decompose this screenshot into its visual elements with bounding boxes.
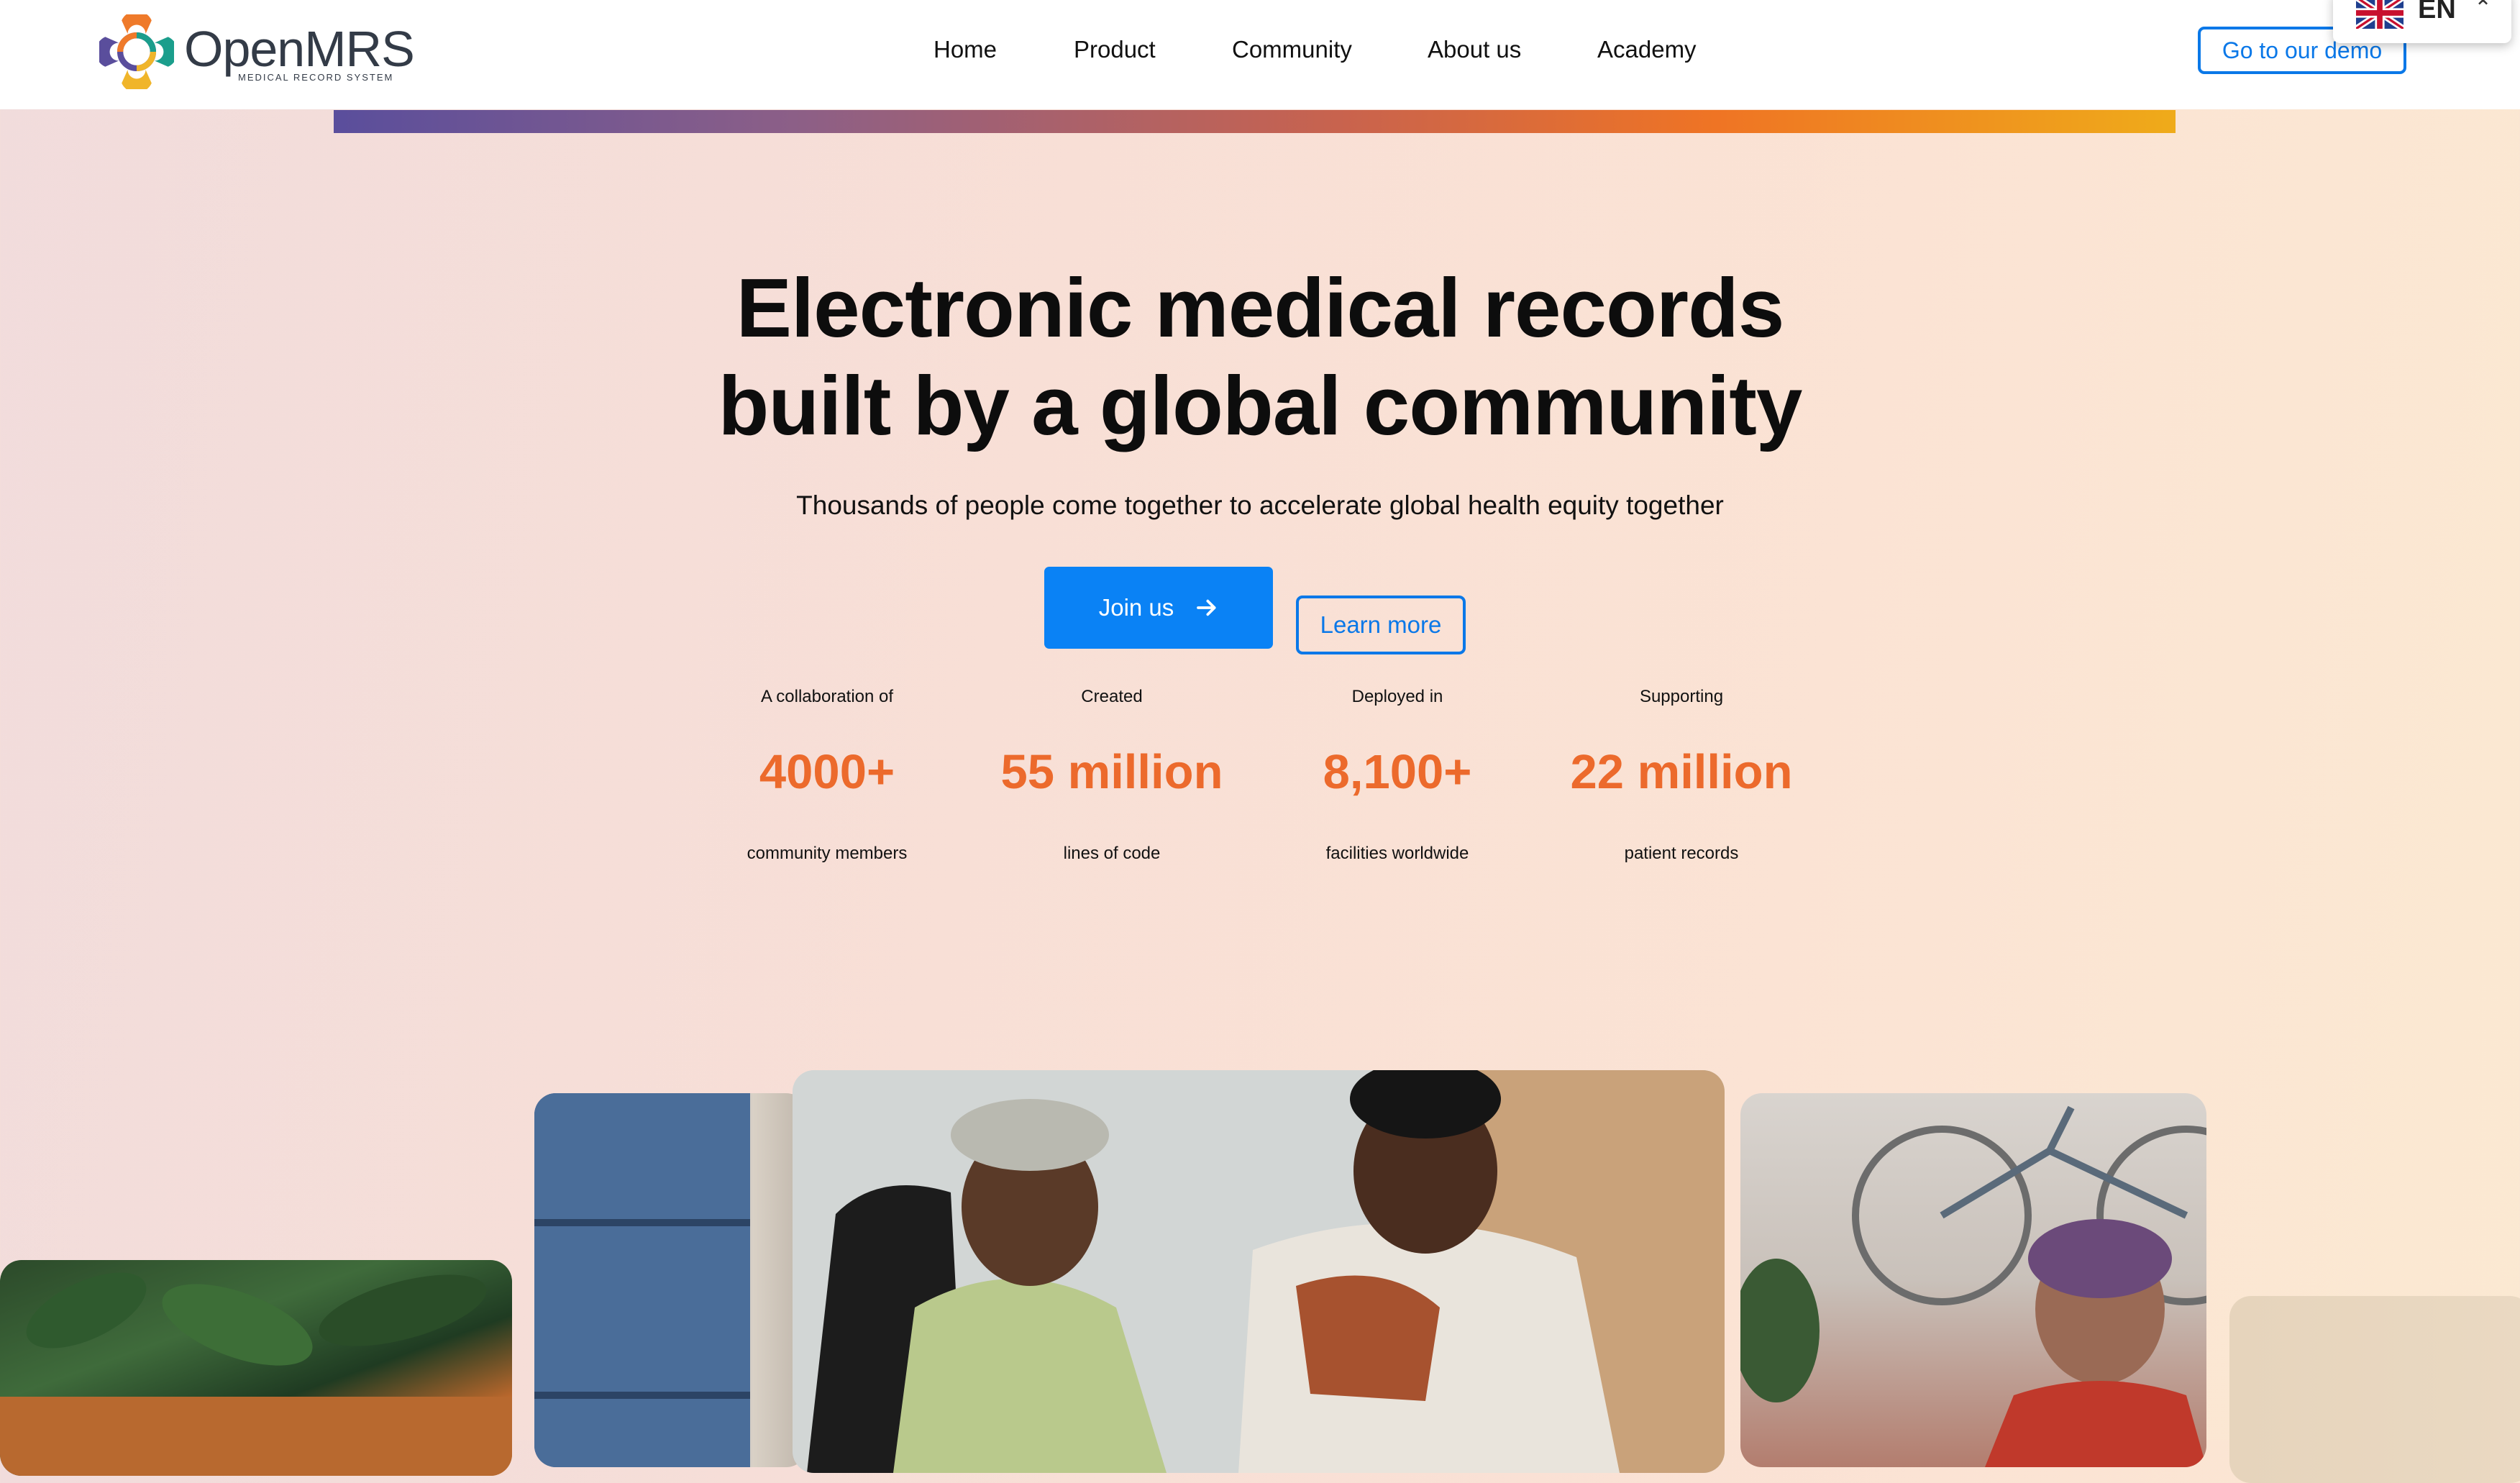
person-bicycle-illustration xyxy=(1740,1105,2206,1467)
nav-home[interactable]: Home xyxy=(933,36,997,72)
language-selector[interactable]: EN ⌃ xyxy=(2333,0,2511,43)
stat-caption-top: Supporting xyxy=(1639,687,1724,706)
join-us-button[interactable]: Join us xyxy=(1044,567,1273,649)
stat-caption-bottom: lines of code xyxy=(1063,844,1161,863)
stat-facilities: Deployed in 8,100+ facilities worldwide xyxy=(1254,687,1541,864)
stat-value: 55 million xyxy=(1000,745,1223,799)
nav-about-us[interactable]: About us xyxy=(1428,36,1521,72)
photo-window xyxy=(534,1093,808,1467)
arrow-right-icon xyxy=(1197,599,1216,616)
openmrs-logo-icon xyxy=(99,14,174,89)
logo-wordmark: OpenMRS xyxy=(184,21,415,77)
stat-caption-top: A collaboration of xyxy=(760,687,894,706)
photo-curtain xyxy=(2229,1296,2520,1483)
uk-flag-icon xyxy=(2356,0,2403,29)
stat-community-members: A collaboration of 4000+ community membe… xyxy=(683,687,971,864)
join-us-label: Join us xyxy=(1098,594,1174,621)
nav-community[interactable]: Community xyxy=(1232,36,1352,72)
chevron-up-icon: ⌃ xyxy=(2474,0,2493,20)
stat-value: 4000+ xyxy=(759,745,895,799)
window-illustration xyxy=(534,1093,750,1467)
stat-lines-of-code: Created 55 million lines of code xyxy=(968,687,1256,864)
stat-caption-bottom: facilities worldwide xyxy=(1325,844,1469,863)
stat-value: 8,100+ xyxy=(1323,745,1472,799)
photo-plants-sofa xyxy=(0,1260,512,1476)
stat-caption-bottom: patient records xyxy=(1624,844,1739,863)
nav-product[interactable]: Product xyxy=(1074,36,1156,72)
hero-title-line-2: built by a global community xyxy=(718,359,1803,452)
photo-person-talking xyxy=(1740,1093,2206,1467)
photo-two-people-reviewing xyxy=(793,1070,1725,1473)
logo-tagline: MEDICAL RECORD SYSTEM xyxy=(238,72,394,83)
hero-title: Electronic medical records built by a gl… xyxy=(0,259,2520,455)
plant-leaves-illustration xyxy=(0,1272,512,1476)
people-working-illustration xyxy=(793,1070,1725,1473)
stat-caption-top: Deployed in xyxy=(1351,687,1443,706)
brand-gradient-bar xyxy=(334,110,2176,133)
language-code: EN xyxy=(2418,0,2456,24)
hero-subtitle: Thousands of people come together to acc… xyxy=(796,490,1724,520)
stat-value: 22 million xyxy=(1570,745,1793,799)
site-header: OpenMRS MEDICAL RECORD SYSTEM Home Produ… xyxy=(0,0,2520,109)
nav-academy[interactable]: Academy xyxy=(1597,36,1697,72)
learn-more-button[interactable]: Learn more xyxy=(1296,596,1466,654)
openmrs-logo[interactable]: OpenMRS MEDICAL RECORD SYSTEM xyxy=(99,13,415,89)
stat-patient-records: Supporting 22 million patient records xyxy=(1538,687,1825,864)
stat-caption-top: Created xyxy=(1081,687,1143,706)
stat-caption-bottom: community members xyxy=(747,844,908,863)
hero-title-line-1: Electronic medical records xyxy=(736,261,1785,355)
